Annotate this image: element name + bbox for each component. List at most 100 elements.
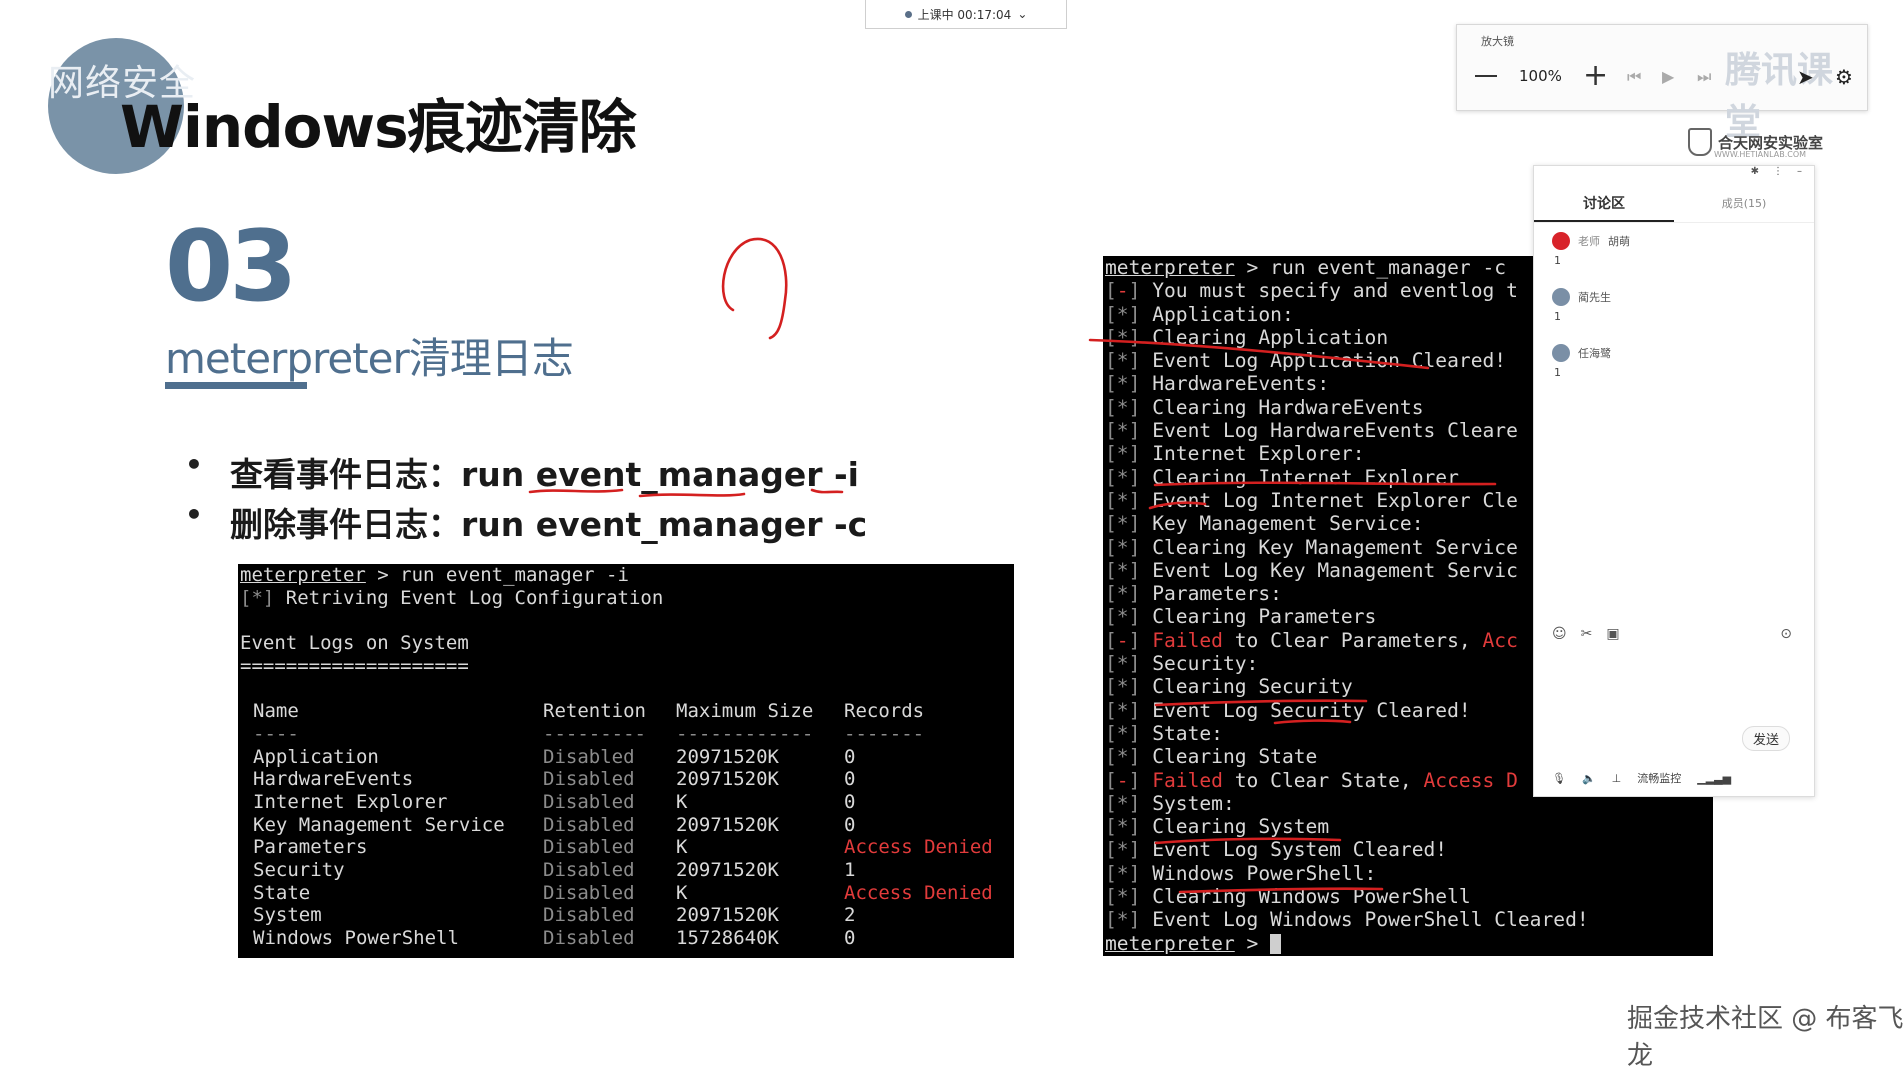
- line-text: Clearing Security: [1152, 675, 1353, 699]
- line-text: Application:: [1152, 302, 1294, 326]
- col-name: Name: [253, 700, 299, 723]
- cell-name: Key Management Service: [253, 813, 505, 836]
- terminal-prompt: meterpreter: [1105, 256, 1235, 279]
- lab-url: WWW.HETIANLAB.COM: [1714, 150, 1807, 159]
- bullet-delete-logs: 删除事件日志：run event_manager -c: [185, 498, 867, 548]
- line-text: Event Log Windows PowerShell Cleared!: [1152, 908, 1589, 932]
- skip-back-icon[interactable]: ⏮: [1627, 67, 1641, 87]
- line-status-tag: *: [1116, 419, 1129, 443]
- send-button[interactable]: 发送: [1741, 726, 1790, 751]
- scissors-icon[interactable]: ✂: [1581, 626, 1593, 642]
- terminal-output-line: [*] Retriving Event Log Configuration: [240, 586, 664, 609]
- message-text: 1: [1554, 310, 1561, 323]
- zoom-in-icon[interactable]: +: [1583, 61, 1608, 91]
- settings-icon[interactable]: ⊙: [1780, 626, 1792, 642]
- section-subtitle: meterpreter清理日志: [165, 334, 574, 383]
- line-status-tag: *: [1116, 838, 1129, 862]
- output-line: [*] Event Log System Cleared!: [1105, 838, 1448, 862]
- pointer-icon[interactable]: ➤: [1797, 65, 1814, 89]
- line-text: Clearing Internet Explorer: [1152, 465, 1459, 489]
- chevron-down-icon[interactable]: ⌄: [1017, 7, 1027, 21]
- cell-size: 20971520K: [676, 813, 779, 836]
- failed-label: Failed: [1152, 628, 1223, 652]
- terminal-event-manager-i: meterpreter > run event_manager -i [*] R…: [238, 564, 1014, 958]
- line-text: Event Log Internet Explorer Cle: [1152, 488, 1518, 512]
- zoom-out-icon[interactable]: [1475, 75, 1497, 77]
- line-status-tag: *: [1116, 372, 1129, 396]
- skip-forward-icon[interactable]: ⏭: [1697, 67, 1711, 87]
- line-status-tag: *: [1116, 512, 1129, 536]
- cell-name: State: [253, 881, 311, 904]
- line-status-tag: -: [1116, 628, 1129, 652]
- terminal-command: > run event_manager -i: [365, 564, 629, 586]
- panel-tabs: 讨论区 成员(15): [1534, 184, 1814, 223]
- line-text: Event Log System Cleared!: [1152, 838, 1448, 862]
- signal-bars-icon: ▁▂▃▅: [1697, 771, 1732, 785]
- terminal-prompt: meterpreter: [240, 564, 366, 586]
- source-watermark: 掘金技术社区 @ 布客飞龙: [1627, 1004, 1904, 1071]
- tab-discussion[interactable]: 讨论区: [1534, 184, 1674, 222]
- message-text: 1: [1554, 254, 1561, 267]
- line-text: Clearing State: [1152, 745, 1318, 769]
- line-status-tag: *: [1116, 582, 1129, 606]
- subtitle-underline: [165, 382, 307, 389]
- message-sender: 胡萌: [1608, 235, 1630, 248]
- line-status-tag: *: [1116, 325, 1129, 349]
- more-icon[interactable]: ⋮: [1773, 166, 1783, 184]
- table-row: Parameters Disabled K Access Denied: [238, 836, 1014, 859]
- cell-size: K: [676, 881, 688, 904]
- line-status-tag: *: [1116, 908, 1129, 932]
- cell-size: 20971520K: [676, 904, 779, 927]
- chat-toolbar: ☺ ✂ ▣: [1552, 626, 1620, 642]
- speaker-icon[interactable]: 🔈: [1582, 772, 1596, 785]
- line-status-tag: *: [1116, 302, 1129, 326]
- section-number: 03: [165, 210, 297, 324]
- minimize-icon[interactable]: –: [1797, 166, 1802, 184]
- line-status-tag: *: [1116, 395, 1129, 419]
- terminal-retrieving: Retriving Event Log Configuration: [285, 586, 664, 609]
- cell-name: Security: [253, 858, 345, 881]
- pin-icon[interactable]: ✱: [1751, 166, 1759, 184]
- line-status-tag: *: [1116, 885, 1129, 909]
- cell-size: 20971520K: [676, 768, 779, 791]
- cell-size: 20971520K: [676, 858, 779, 881]
- cell-retention: Disabled: [543, 768, 635, 791]
- cell-name: Internet Explorer: [253, 790, 448, 813]
- table-row: System Disabled 20971520K 2: [238, 904, 1014, 927]
- terminal-prompt: meterpreter: [1105, 931, 1235, 955]
- line-status-tag: *: [1116, 861, 1129, 885]
- line-status-tag: *: [1116, 605, 1129, 629]
- cell-records: 0: [844, 927, 856, 949]
- col-records: Records: [844, 700, 925, 723]
- play-icon[interactable]: ▶: [1662, 67, 1674, 86]
- tab-members[interactable]: 成员(15): [1674, 184, 1814, 222]
- failed-label: Failed: [1152, 768, 1223, 792]
- output-line: [*] Windows PowerShell:: [1105, 861, 1377, 885]
- active-tab-indicator: [1534, 220, 1674, 222]
- session-status[interactable]: 上课中 00:17:04 ⌄: [865, 0, 1067, 29]
- line-text: Event Log HardwareEvents Cleare: [1152, 419, 1518, 443]
- cell-records: Access Denied: [844, 881, 993, 904]
- table-dashes: ---- --------- ------------ -------: [253, 722, 925, 745]
- line-status-tag: *: [1116, 652, 1129, 676]
- terminal-final-prompt-line[interactable]: meterpreter >: [1103, 932, 1713, 955]
- line-text: to Clear Parameters,: [1222, 628, 1483, 652]
- table-row: State Disabled K Access Denied: [238, 882, 1014, 905]
- line-text: Windows PowerShell:: [1152, 861, 1377, 885]
- microphone-icon[interactable]: 🎙: [1552, 772, 1566, 785]
- output-line: [*] Event Log Windows PowerShell Cleared…: [1105, 908, 1589, 932]
- signal-icon[interactable]: ⊥: [1612, 772, 1622, 785]
- shield-icon: [1688, 128, 1712, 156]
- table-row: Key Management Service Disabled 20971520K 0: [238, 814, 1014, 837]
- output-line: [*] Clearing Windows PowerShell: [1105, 885, 1471, 909]
- cell-records: 0: [844, 745, 856, 768]
- slide-title: Windows痕迹清除: [120, 93, 637, 161]
- emoji-icon[interactable]: ☺: [1552, 626, 1567, 642]
- gear-icon[interactable]: ⚙: [1835, 65, 1853, 89]
- cell-records: 0: [844, 790, 856, 813]
- terminal-cursor: [1270, 934, 1282, 955]
- cell-retention: Disabled: [543, 790, 635, 813]
- cell-name: System: [253, 904, 322, 927]
- line-status-tag: *: [1116, 488, 1129, 512]
- image-icon[interactable]: ▣: [1606, 626, 1619, 642]
